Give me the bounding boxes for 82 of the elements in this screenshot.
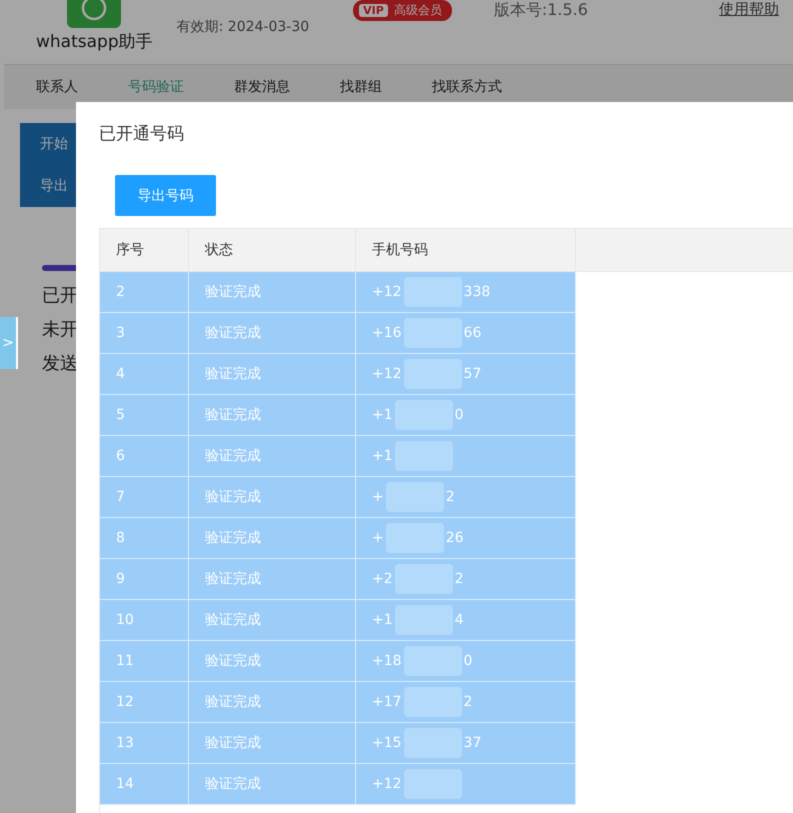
index-cell: 8 bbox=[100, 518, 189, 558]
phone-prefix: +1 bbox=[372, 448, 393, 464]
index-cell: 10 bbox=[100, 600, 189, 640]
table-row[interactable]: 10 验证完成 +1 4 bbox=[100, 600, 576, 641]
phone-prefix: +2 bbox=[372, 571, 393, 587]
phone-suffix: 0 bbox=[464, 653, 472, 669]
table-row[interactable]: 7 验证完成 + 2 bbox=[100, 477, 576, 518]
side-toggle[interactable]: > bbox=[0, 317, 18, 369]
table-row[interactable]: 13 验证完成 +15 37 bbox=[100, 723, 576, 764]
table-row[interactable]: 12 验证完成 +17 2 bbox=[100, 682, 576, 723]
phone-prefix: + bbox=[372, 530, 384, 546]
status-cell: 验证完成 bbox=[189, 559, 356, 599]
index-cell: 3 bbox=[100, 313, 189, 353]
status-cell: 验证完成 bbox=[189, 682, 356, 722]
nav-tab[interactable]: 群发消息 bbox=[234, 78, 290, 96]
index-cell: 2 bbox=[100, 272, 189, 312]
expiry-date: 有效期: 2024-03-30 bbox=[176, 18, 310, 36]
index-cell: 9 bbox=[100, 559, 189, 599]
app-name: whatsapp助手 bbox=[36, 31, 153, 53]
table-row[interactable]: 5 验证完成 +1 0 bbox=[100, 395, 576, 436]
phone-suffix: 66 bbox=[464, 325, 482, 341]
table-row[interactable]: 11 验证完成 +18 0 bbox=[100, 641, 576, 682]
table-row[interactable]: 9 验证完成 +2 2 bbox=[100, 559, 576, 600]
status-cell: 验证完成 bbox=[189, 723, 356, 763]
status-cell: 验证完成 bbox=[189, 641, 356, 681]
status-cell: 验证完成 bbox=[189, 764, 356, 804]
vip-tag: VIP bbox=[359, 4, 388, 17]
phone-suffix: 26 bbox=[446, 530, 464, 546]
nav-tab[interactable]: 找联系方式 bbox=[432, 78, 502, 96]
phone-suffix: 0 bbox=[454, 407, 464, 423]
member-level: 高级会员 bbox=[394, 2, 442, 19]
column-header: 序号 bbox=[100, 229, 189, 271]
phone-prefix: +17 bbox=[372, 694, 402, 710]
index-cell: 5 bbox=[100, 395, 189, 435]
table-row[interactable]: 6 验证完成 +1 bbox=[100, 436, 576, 477]
stat-label: 发送 bbox=[42, 352, 78, 376]
index-cell: 11 bbox=[100, 641, 189, 681]
phone-prefix: +1 bbox=[372, 612, 393, 628]
table-row[interactable]: 2 验证完成 +12 338 bbox=[100, 272, 576, 313]
phone-prefix: +12 bbox=[372, 366, 402, 382]
column-header: 手机号码 bbox=[356, 229, 576, 271]
index-cell: 7 bbox=[100, 477, 189, 517]
export-button[interactable]: 导出号码 bbox=[115, 175, 216, 216]
status-cell: 验证完成 bbox=[189, 395, 356, 435]
phone-prefix: +1 bbox=[372, 407, 393, 423]
status-cell: 验证完成 bbox=[189, 272, 356, 312]
index-cell: 12 bbox=[100, 682, 189, 722]
phone-prefix: + bbox=[372, 489, 384, 505]
status-cell: 验证完成 bbox=[189, 518, 356, 558]
stat-label: 未开 bbox=[42, 318, 78, 342]
status-cell: 验证完成 bbox=[189, 600, 356, 640]
nav-tab[interactable]: 联系人 bbox=[36, 78, 78, 96]
phone-suffix: 2 bbox=[454, 571, 464, 587]
phone-suffix: 4 bbox=[454, 612, 464, 628]
index-cell: 13 bbox=[100, 723, 189, 763]
phone-suffix: 2 bbox=[464, 694, 472, 710]
table-row[interactable]: 14 验证完成 +12 bbox=[100, 764, 576, 805]
phone-prefix: +15 bbox=[372, 735, 402, 751]
table-row[interactable]: 3 验证完成 +16 66 bbox=[100, 313, 576, 354]
phone-prefix: +18 bbox=[372, 653, 402, 669]
nav-tab[interactable]: 找群组 bbox=[340, 78, 382, 96]
status-cell: 验证完成 bbox=[189, 477, 356, 517]
index-cell: 14 bbox=[100, 764, 189, 804]
help-link[interactable]: 使用帮助 bbox=[719, 0, 779, 19]
status-cell: 验证完成 bbox=[189, 354, 356, 394]
status-cell: 验证完成 bbox=[189, 436, 356, 476]
version-number: 版本号:1.5.6 bbox=[494, 0, 588, 21]
phone-prefix: +12 bbox=[372, 776, 402, 792]
phone-prefix: +12 bbox=[372, 284, 402, 300]
nav-tab[interactable]: 号码验证 bbox=[128, 78, 184, 96]
stat-label: 已开 bbox=[42, 284, 78, 308]
status-cell: 验证完成 bbox=[189, 313, 356, 353]
index-cell: 6 bbox=[100, 436, 189, 476]
index-cell: 4 bbox=[100, 354, 189, 394]
phone-suffix: 338 bbox=[464, 284, 490, 300]
phone-prefix: +16 bbox=[372, 325, 402, 341]
column-header: 状态 bbox=[189, 229, 356, 271]
phone-suffix: 37 bbox=[464, 735, 482, 751]
phone-suffix: 57 bbox=[464, 366, 482, 382]
phone-suffix: 2 bbox=[446, 489, 455, 505]
table-row[interactable]: 4 验证完成 +12 57 bbox=[100, 354, 576, 395]
table-row[interactable]: 8 验证完成 + 26 bbox=[100, 518, 576, 559]
